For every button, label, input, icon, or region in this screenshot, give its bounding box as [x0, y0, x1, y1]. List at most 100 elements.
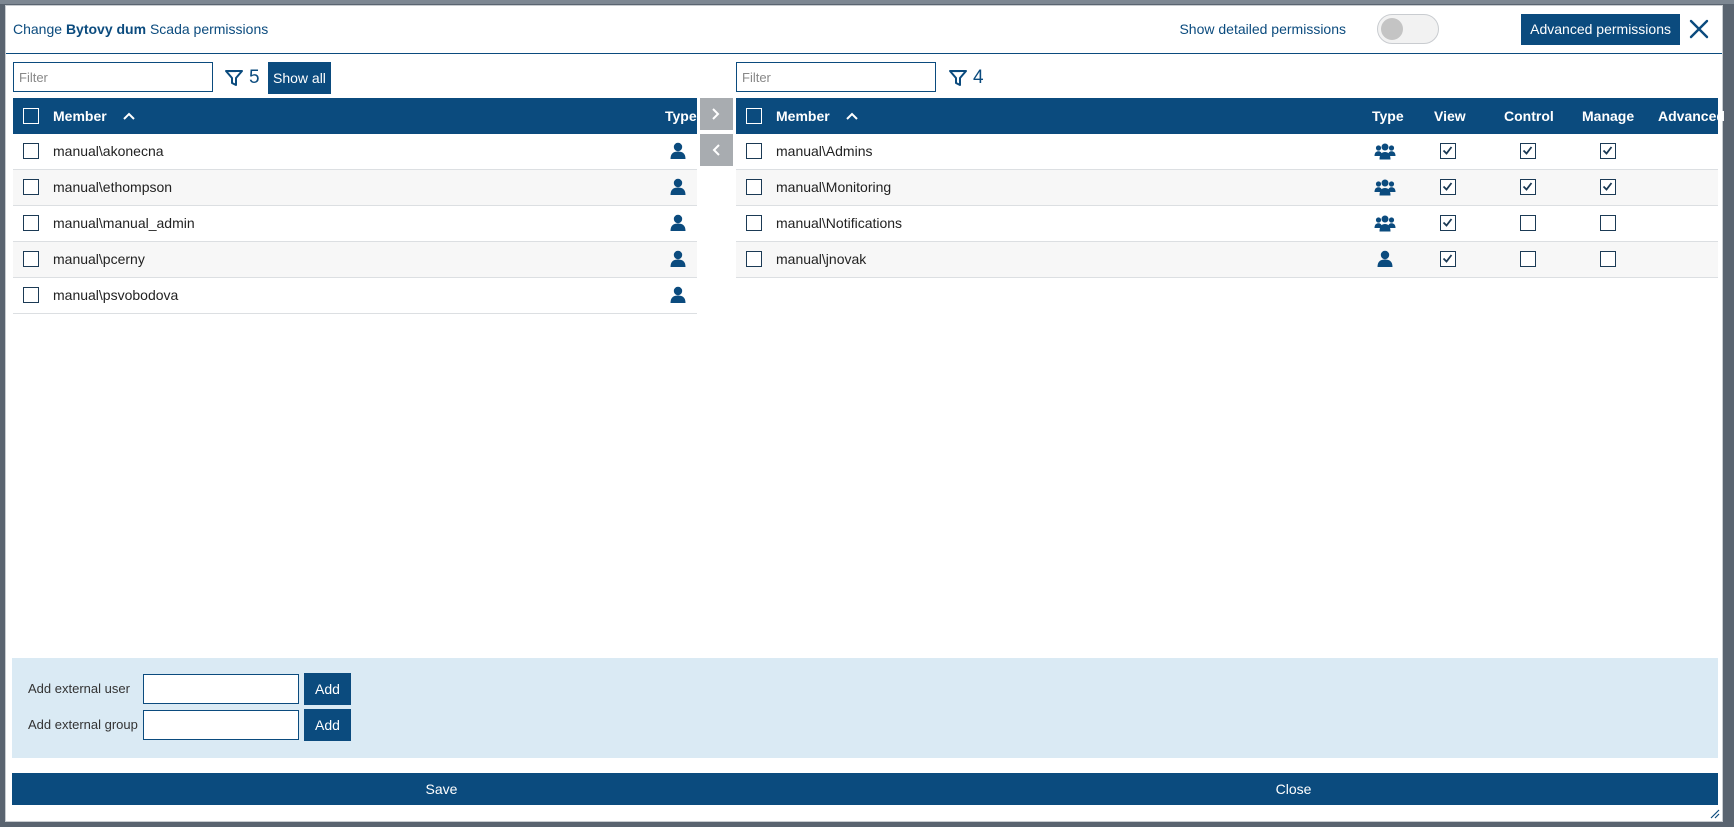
sort-ascending-icon: [846, 112, 858, 120]
user-icon: [1377, 250, 1393, 267]
manage-permission-checkbox[interactable]: [1600, 251, 1616, 267]
row-checkbox[interactable]: [23, 287, 39, 303]
checkmark-icon: [1442, 254, 1453, 263]
add-external-panel: Add external user Add Add external group…: [12, 658, 1718, 758]
row-checkbox[interactable]: [23, 215, 39, 231]
add-external-group-label: Add external group: [28, 717, 138, 732]
view-column-header: View: [1434, 108, 1466, 124]
advanced-permissions-button[interactable]: Advanced permissions: [1521, 14, 1680, 45]
row-checkbox[interactable]: [746, 143, 762, 159]
member-name: manual\psvobodova: [53, 287, 179, 303]
table-row[interactable]: manual\jnovak: [736, 242, 1718, 278]
member-name: manual\Monitoring: [776, 179, 892, 195]
table-row[interactable]: manual\psvobodova: [13, 278, 697, 314]
row-checkbox[interactable]: [746, 179, 762, 195]
left-filter-input[interactable]: [13, 62, 213, 92]
resize-grip-icon[interactable]: [1710, 809, 1720, 819]
user-icon: [670, 142, 686, 159]
table-row[interactable]: manual\pcerny: [13, 242, 697, 278]
member-name: manual\manual_admin: [53, 215, 195, 231]
control-permission-checkbox[interactable]: [1520, 251, 1536, 267]
dialog-title: Change Bytovy dum Scada permissions: [13, 21, 268, 37]
table-row[interactable]: manual\ethompson: [13, 170, 697, 206]
move-right-button[interactable]: [700, 98, 733, 130]
advanced-column-header: Advanced: [1658, 108, 1725, 124]
checkmark-icon: [1602, 182, 1613, 191]
assigned-members-header: Member Type View Control Manage Advanced: [736, 98, 1725, 134]
type-column-header: Type: [665, 108, 697, 124]
row-checkbox[interactable]: [746, 215, 762, 231]
view-permission-checkbox[interactable]: [1440, 179, 1456, 195]
chevron-right-icon: [712, 108, 720, 120]
chevron-left-icon: [712, 144, 720, 156]
view-permission-checkbox[interactable]: [1440, 215, 1456, 231]
assigned-members-table: Member Type View Control Manage Advanced…: [736, 98, 1725, 278]
group-icon: [1374, 179, 1396, 196]
title-object-name: Bytovy dum: [65, 21, 147, 37]
title-suffix: Scada permissions: [146, 21, 269, 37]
available-members-table: Member Type manual\akonecna manual\ethomp…: [13, 98, 697, 314]
toggle-knob: [1381, 18, 1403, 40]
user-icon: [670, 250, 686, 267]
table-row[interactable]: manual\manual_admin: [13, 206, 697, 242]
checkmark-icon: [1442, 146, 1453, 155]
left-filter-count: 5: [249, 67, 260, 88]
add-external-user-button[interactable]: Add: [304, 673, 351, 705]
member-name: manual\akonecna: [53, 143, 164, 159]
show-detailed-permissions-toggle[interactable]: [1377, 14, 1439, 44]
backdrop: [0, 0, 1734, 4]
control-permission-checkbox[interactable]: [1520, 179, 1536, 195]
available-members-header: Member Type: [13, 98, 697, 134]
manage-column-header: Manage: [1582, 108, 1635, 124]
table-row[interactable]: manual\Admins: [736, 134, 1718, 170]
user-icon: [670, 286, 686, 303]
filter-icon: [225, 70, 243, 86]
manage-permission-checkbox[interactable]: [1600, 143, 1616, 159]
sort-ascending-icon: [123, 112, 135, 120]
control-permission-checkbox[interactable]: [1520, 215, 1536, 231]
row-checkbox[interactable]: [23, 143, 39, 159]
external-user-input[interactable]: [143, 674, 299, 704]
checkmark-icon: [1442, 218, 1453, 227]
right-filter-input[interactable]: [736, 62, 936, 92]
close-button[interactable]: Close: [869, 773, 1718, 805]
available-members-body: manual\akonecna manual\ethompson manual\ma…: [13, 134, 697, 314]
table-row[interactable]: manual\Notifications: [736, 206, 1718, 242]
show-detailed-permissions-label: Show detailed permissions: [1179, 21, 1346, 37]
type-column-header: Type: [1372, 108, 1404, 124]
row-checkbox[interactable]: [746, 251, 762, 267]
table-row[interactable]: manual\akonecna: [13, 134, 697, 170]
member-name: manual\ethompson: [53, 179, 173, 195]
move-left-button[interactable]: [700, 134, 733, 166]
select-all-checkbox[interactable]: [746, 108, 762, 124]
group-icon: [1374, 143, 1396, 160]
manage-permission-checkbox[interactable]: [1600, 179, 1616, 195]
row-checkbox[interactable]: [23, 179, 39, 195]
add-external-group-button[interactable]: Add: [304, 709, 351, 741]
member-name: manual\pcerny: [53, 251, 145, 267]
save-button[interactable]: Save: [12, 773, 871, 805]
member-column-header[interactable]: Member: [53, 108, 107, 124]
checkmark-icon: [1442, 182, 1453, 191]
view-permission-checkbox[interactable]: [1440, 143, 1456, 159]
checkmark-icon: [1602, 146, 1613, 155]
row-checkbox[interactable]: [23, 251, 39, 267]
assigned-members-body: manual\Admins manual\Monitoring manual\Not…: [736, 134, 1718, 278]
control-column-header: Control: [1504, 108, 1554, 124]
view-permission-checkbox[interactable]: [1440, 251, 1456, 267]
filter-icon: [949, 70, 967, 86]
right-filter-count: 4: [973, 67, 984, 88]
permissions-dialog: Change Bytovy dum Scada permissions Show…: [5, 5, 1725, 822]
external-group-input[interactable]: [143, 710, 299, 740]
select-all-checkbox[interactable]: [23, 108, 39, 124]
control-permission-checkbox[interactable]: [1520, 143, 1536, 159]
table-row[interactable]: manual\Monitoring: [736, 170, 1718, 206]
user-icon: [670, 178, 686, 195]
user-icon: [670, 214, 686, 231]
manage-permission-checkbox[interactable]: [1600, 215, 1616, 231]
group-icon: [1374, 215, 1396, 232]
member-column-header[interactable]: Member: [776, 108, 830, 124]
close-icon[interactable]: [1686, 16, 1712, 42]
add-external-user-label: Add external user: [28, 681, 130, 696]
show-all-button[interactable]: Show all: [268, 62, 331, 94]
